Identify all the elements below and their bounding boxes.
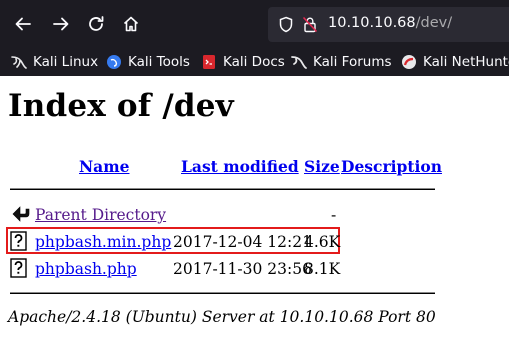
- file-link-phpbash[interactable]: phpbash.php: [35, 260, 137, 278]
- footer-divider: [10, 292, 435, 294]
- header-divider: [10, 188, 435, 190]
- kali-dragon-icon: [11, 54, 27, 70]
- bookmark-label: Kali Tools: [128, 54, 190, 70]
- bookmark-kali-tools[interactable]: Kali Tools: [106, 52, 190, 72]
- url-text[interactable]: 10.10.10.68/dev/: [328, 15, 452, 31]
- row-modified: 2017-12-04 12:21: [173, 233, 312, 251]
- column-header-last-modified[interactable]: Last modified: [181, 157, 299, 176]
- unknown-file-icon: [10, 258, 30, 280]
- page-title: Index of /dev: [8, 88, 234, 124]
- column-header-description[interactable]: Description: [341, 157, 442, 176]
- bookmark-label: Kali Forums: [313, 54, 392, 70]
- back-button[interactable]: [8, 8, 38, 40]
- kali-docs-icon: [201, 54, 217, 70]
- home-icon: [123, 16, 139, 32]
- kali-tools-icon: [106, 54, 122, 70]
- home-button[interactable]: [116, 8, 146, 40]
- forward-button[interactable]: [46, 8, 76, 40]
- bookmarks-bar: Kali Linux Kali Tools Kali Docs Kali For…: [0, 48, 509, 76]
- bookmark-kali-forums[interactable]: Kali Forums: [291, 52, 392, 72]
- row-size: 4.6K: [304, 233, 341, 251]
- file-link-phpbash-min[interactable]: phpbash.min.php: [35, 233, 171, 251]
- server-signature: Apache/2.4.18 (Ubuntu) Server at 10.10.1…: [8, 308, 436, 326]
- arrow-right-icon: [53, 17, 69, 31]
- kali-nethunter-icon: [401, 54, 417, 70]
- row-size: 8.1K: [304, 260, 341, 278]
- kali-forums-icon: [291, 54, 307, 70]
- bookmark-kali-docs[interactable]: Kali Docs: [201, 52, 285, 72]
- url-bar[interactable]: 10.10.10.68/dev/: [268, 7, 509, 42]
- url-path: /dev/: [415, 15, 453, 31]
- back-folder-icon: [10, 204, 30, 226]
- column-header-size[interactable]: Size: [304, 157, 340, 176]
- column-header-name[interactable]: Name: [79, 157, 129, 176]
- row-size: -: [331, 206, 337, 224]
- unknown-file-icon: [10, 231, 30, 253]
- reload-icon: [89, 16, 104, 31]
- bookmark-kali-nethunter[interactable]: Kali NetHunter: [401, 52, 509, 72]
- bookmark-label: Kali NetHunter: [423, 54, 509, 70]
- url-host: 10.10.10.68: [328, 15, 416, 31]
- insecure-lock-icon[interactable]: [302, 16, 318, 37]
- arrow-left-icon: [15, 17, 31, 31]
- row-modified: 2017-11-30 23:56: [173, 260, 312, 278]
- bookmark-label: Kali Linux: [33, 54, 99, 70]
- parent-directory-link[interactable]: Parent Directory: [35, 206, 166, 224]
- bookmark-label: Kali Docs: [223, 54, 285, 70]
- reload-button[interactable]: [81, 8, 111, 40]
- shield-icon[interactable]: [278, 16, 294, 37]
- browser-toolbar: 10.10.10.68/dev/: [0, 0, 509, 48]
- bookmark-kali-linux[interactable]: Kali Linux: [11, 52, 98, 72]
